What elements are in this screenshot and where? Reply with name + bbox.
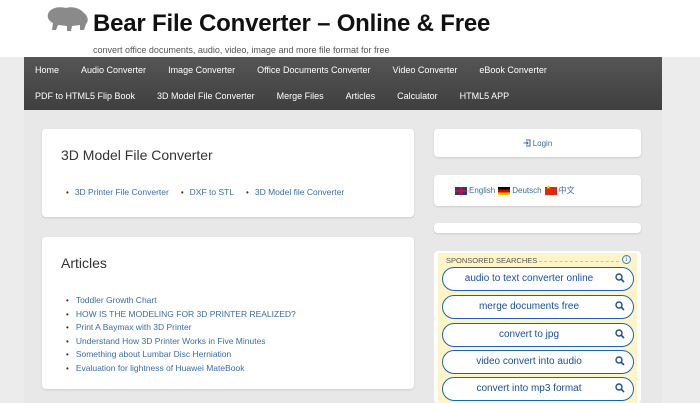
- search-icon: [615, 383, 625, 393]
- lang-english-label: English: [469, 186, 496, 195]
- sponsored-search-label: convert into mp3 format: [476, 383, 582, 394]
- nav-item-audio-converter[interactable]: Audio Converter: [70, 57, 157, 83]
- lang-english[interactable]: English: [455, 186, 495, 195]
- list-item: Something about Lumbar Disc Herniation: [66, 348, 296, 362]
- articles-card-title: Articles: [61, 255, 107, 271]
- sponsored-search-button[interactable]: convert to jpg: [442, 323, 634, 347]
- sponsored-search-button[interactable]: convert into mp3 format: [442, 377, 634, 401]
- sponsored-box: SPONSORED SEARCHES i audio to text conve…: [438, 253, 637, 403]
- login-icon: [523, 139, 531, 147]
- sponsored-divider: [539, 261, 619, 262]
- sponsored-search-label: convert to jpg: [498, 329, 560, 340]
- german-flag-icon: [498, 186, 511, 195]
- link-3d-model-file-converter[interactable]: 3D Model file Converter: [255, 187, 344, 197]
- nav-item-home[interactable]: Home: [24, 57, 70, 83]
- bear-logo-icon[interactable]: [44, 4, 90, 32]
- lang-deutsch[interactable]: Deutsch: [498, 186, 542, 195]
- language-switcher: English Deutsch 中文: [434, 175, 641, 206]
- search-icon: [615, 273, 625, 283]
- converter-card-title: 3D Model File Converter: [61, 147, 213, 163]
- article-link[interactable]: Something about Lumbar Disc Herniation: [76, 349, 231, 359]
- list-item: Print A Baymax with 3D Printer: [66, 321, 296, 335]
- sponsored-search-button[interactable]: video convert into audio: [442, 350, 634, 374]
- link-3d-printer-file-converter[interactable]: 3D Printer File Converter: [75, 187, 169, 197]
- nav-item-video-converter[interactable]: Video Converter: [381, 57, 468, 83]
- nav-row-1: Home Audio Converter Image Converter Off…: [24, 57, 558, 83]
- sponsored-search-label: audio to text converter online: [464, 273, 594, 284]
- article-list: Toddler Growth Chart HOW IS THE MODELING…: [66, 294, 296, 376]
- sponsored-search-label: video convert into audio: [476, 356, 582, 367]
- nav-item-merge-files[interactable]: Merge Files: [266, 83, 335, 109]
- nav-item-html5-app[interactable]: HTML5 APP: [449, 83, 521, 109]
- sidebar-empty-card: [434, 223, 641, 233]
- converter-card: 3D Model File Converter • 3D Printer Fil…: [42, 129, 414, 217]
- nav-item-articles[interactable]: Articles: [335, 83, 387, 109]
- list-item: Toddler Growth Chart: [66, 294, 296, 308]
- article-link[interactable]: Understand How 3D Printer Works in Five …: [76, 336, 266, 346]
- site-header: Bear File Converter – Online & Free conv…: [0, 0, 700, 57]
- converter-links: • 3D Printer File Converter • DXF to STL…: [66, 187, 345, 197]
- sponsored-search-label: merge documents free: [478, 301, 580, 312]
- nav-row-2: PDF to HTML5 Flip Book 3D Model File Con…: [24, 83, 520, 109]
- nav-item-image-converter[interactable]: Image Converter: [157, 57, 246, 83]
- login-button[interactable]: Login: [434, 129, 641, 157]
- lang-chinese[interactable]: 中文: [544, 184, 575, 196]
- article-link[interactable]: Toddler Growth Chart: [76, 295, 157, 305]
- search-icon: [615, 329, 625, 339]
- nav-item-3d-model-converter[interactable]: 3D Model File Converter: [146, 83, 266, 109]
- article-link[interactable]: Print A Baymax with 3D Printer: [76, 322, 192, 332]
- article-link[interactable]: Evaluation for lightness of Huawei MateB…: [76, 363, 245, 373]
- login-label: Login: [532, 138, 553, 148]
- sponsored-search-button[interactable]: audio to text converter online: [442, 267, 634, 291]
- sponsored-searches: SPONSORED SEARCHES i audio to text conve…: [434, 251, 641, 403]
- nav-item-office-documents-converter[interactable]: Office Documents Converter: [246, 57, 381, 83]
- list-item: HOW IS THE MODELING FOR 3D PRINTER REALI…: [66, 308, 296, 322]
- link-dxf-to-stl[interactable]: DXF to STL: [190, 187, 234, 197]
- search-icon: [615, 301, 625, 311]
- main-nav: Home Audio Converter Image Converter Off…: [24, 57, 662, 110]
- site-title[interactable]: Bear File Converter – Online & Free: [93, 10, 490, 38]
- uk-flag-icon: [455, 186, 467, 195]
- list-item: Evaluation for lightness of Huawei MateB…: [66, 362, 296, 376]
- articles-card: Articles Toddler Growth Chart HOW IS THE…: [42, 237, 414, 389]
- lang-chinese-label: 中文: [558, 186, 575, 195]
- list-item: Understand How 3D Printer Works in Five …: [66, 335, 296, 349]
- article-link[interactable]: HOW IS THE MODELING FOR 3D PRINTER REALI…: [76, 309, 296, 319]
- nav-item-calculator[interactable]: Calculator: [386, 83, 449, 109]
- lang-deutsch-label: Deutsch: [512, 186, 542, 195]
- info-icon[interactable]: i: [622, 255, 631, 264]
- sponsored-heading: SPONSORED SEARCHES: [446, 256, 538, 265]
- china-flag-icon: [544, 184, 557, 195]
- site-tagline: convert office documents, audio, video, …: [93, 45, 390, 55]
- search-icon: [615, 356, 625, 366]
- sponsored-search-button[interactable]: merge documents free: [442, 295, 634, 319]
- nav-item-ebook-converter[interactable]: eBook Converter: [468, 57, 558, 83]
- nav-item-pdf-flip-book[interactable]: PDF to HTML5 Flip Book: [24, 83, 146, 109]
